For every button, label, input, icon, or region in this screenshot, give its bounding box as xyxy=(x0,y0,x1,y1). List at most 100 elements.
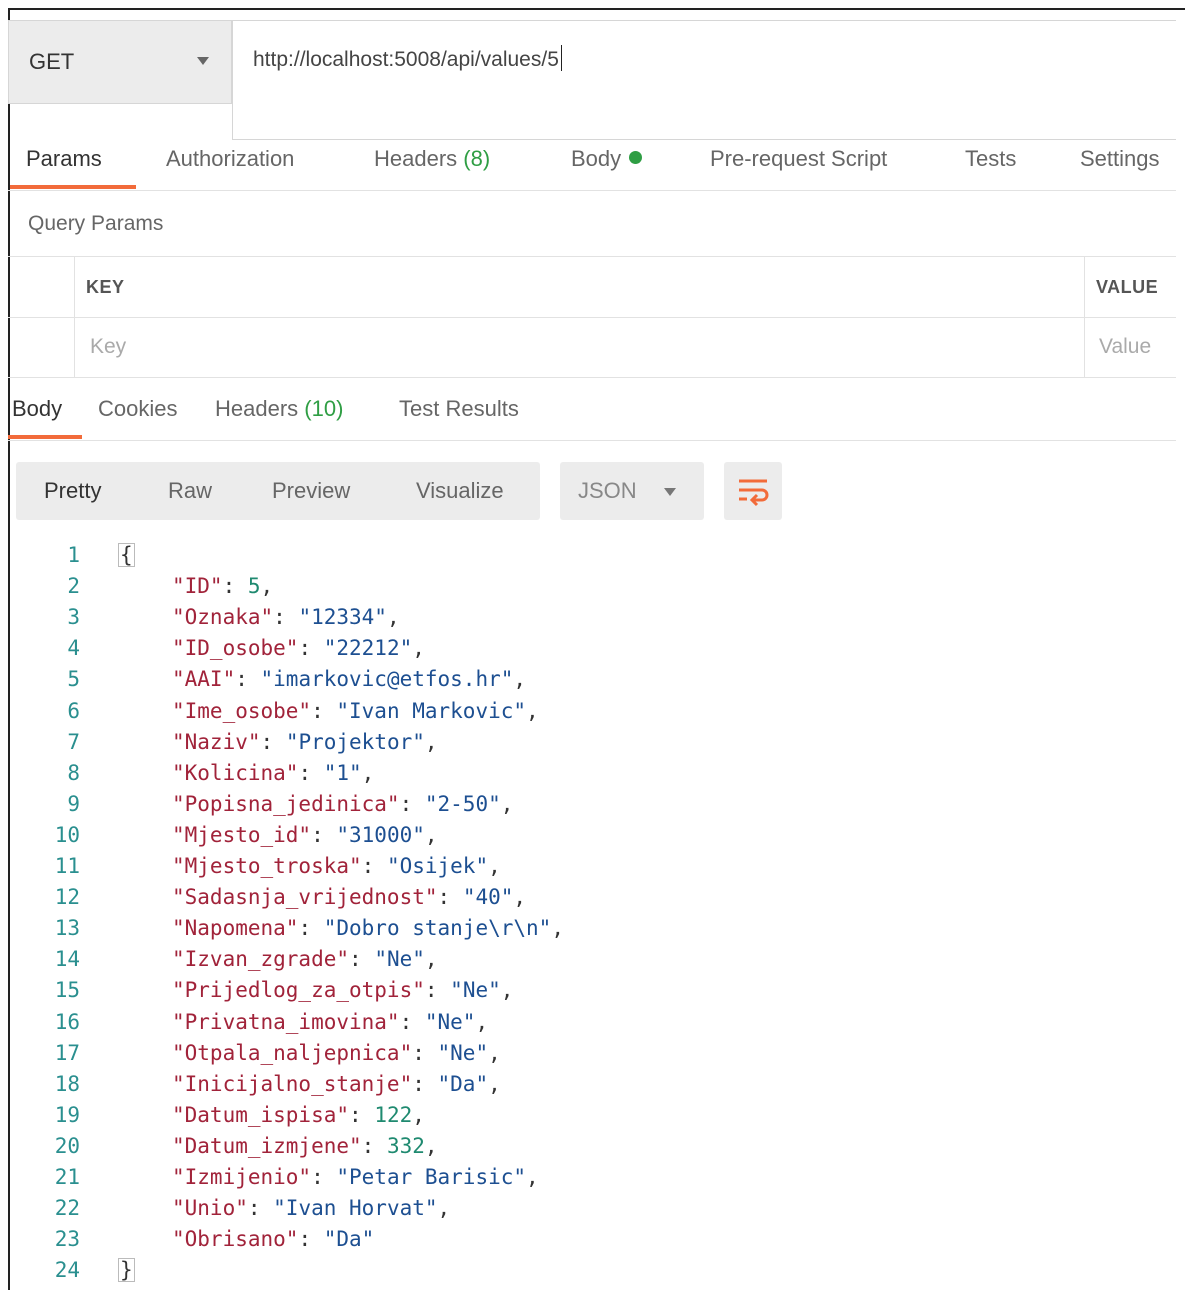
json-value: "Ne" xyxy=(450,978,501,1003)
json-key: "Mjesto_troska" xyxy=(172,854,362,878)
line-number: 20 xyxy=(54,1133,80,1158)
tab-response-headers[interactable]: Headers (10) xyxy=(215,396,343,422)
close-brace: } xyxy=(118,1258,135,1283)
line-number: 9 xyxy=(67,791,80,816)
json-comma: , xyxy=(551,916,564,941)
code-line: "Datum_ispisa": 122, xyxy=(172,1103,425,1127)
line-number: 11 xyxy=(54,854,80,878)
code-line: "Prijedlog_za_otpis": "Ne", xyxy=(172,978,513,1002)
view-pretty[interactable]: Pretty xyxy=(44,478,101,504)
json-comma: , xyxy=(513,885,527,910)
query-params-title: Query Params xyxy=(28,212,164,235)
line-number: 23 xyxy=(54,1227,80,1252)
line-number: 1 xyxy=(67,543,80,567)
code-line: "Ime_osobe": "Ivan Markovic", xyxy=(172,699,539,723)
json-comma: , xyxy=(513,667,527,692)
line-number: 22 xyxy=(54,1196,80,1221)
json-colon: : xyxy=(412,1071,438,1096)
line-number: 10 xyxy=(54,822,80,847)
view-mode-selector: Pretty Raw Preview Visualize xyxy=(16,462,540,520)
response-headers-count: (10) xyxy=(304,396,344,421)
chevron-down-icon xyxy=(664,488,676,496)
code-line: } xyxy=(118,1258,135,1283)
tab-response-body[interactable]: Body xyxy=(12,396,62,422)
json-comma: , xyxy=(424,947,438,972)
json-colon: : xyxy=(298,636,324,661)
json-value: "12334" xyxy=(298,605,387,630)
json-colon: : xyxy=(361,1133,387,1158)
tab-tests[interactable]: Tests xyxy=(965,146,1016,172)
wrap-lines-button[interactable] xyxy=(724,462,782,520)
code-line: "Datum_izmjene": 332, xyxy=(172,1134,438,1158)
json-value: 5 xyxy=(247,574,261,599)
json-value: "Osijek" xyxy=(386,854,489,878)
json-value: "imarkovic@etfos.hr" xyxy=(260,667,514,692)
json-value: "1" xyxy=(323,760,362,785)
json-value: "22212" xyxy=(323,636,413,661)
code-line: "Privatna_imovina": "Ne", xyxy=(172,1010,488,1034)
line-number: 5 xyxy=(67,667,80,692)
json-comma: , xyxy=(500,978,514,1003)
code-line: "Mjesto_id": "31000", xyxy=(172,823,438,847)
json-comma: , xyxy=(526,698,539,723)
url-input[interactable]: http://localhost:5008/api/values/5 xyxy=(232,20,1176,140)
value-input[interactable]: Value xyxy=(1099,335,1151,359)
line-number: 3 xyxy=(67,605,80,630)
method-select[interactable]: GET xyxy=(8,20,232,104)
key-input[interactable]: Key xyxy=(90,335,126,359)
json-colon: : xyxy=(222,574,248,599)
json-comma: , xyxy=(526,1165,539,1189)
json-key: "Naziv" xyxy=(172,729,261,754)
code-line: "Izvan_zgrade": "Ne", xyxy=(172,947,438,971)
json-value: "Da" xyxy=(323,1227,375,1252)
view-visualize[interactable]: Visualize xyxy=(416,478,504,504)
json-key: "Obrisano" xyxy=(172,1227,299,1252)
tab-authorization[interactable]: Authorization xyxy=(166,146,294,172)
response-tabs: Body Cookies Headers (10) Test Results xyxy=(8,380,1176,441)
line-number: 16 xyxy=(54,1009,80,1034)
response-body-code[interactable]: 1 {2 "ID": 5, 3 "Oznaka": "12334", 4 "ID_osobe… xyxy=(20,540,1170,1290)
json-colon: : xyxy=(399,1009,425,1034)
tab-params[interactable]: Params xyxy=(26,146,102,172)
line-number: 17 xyxy=(54,1040,80,1065)
active-tab-indicator xyxy=(10,185,136,189)
json-colon: : xyxy=(273,605,299,630)
tab-pre-request-script[interactable]: Pre-request Script xyxy=(710,146,887,172)
json-comma: , xyxy=(412,636,425,661)
line-number: 21 xyxy=(54,1165,80,1189)
tab-settings[interactable]: Settings xyxy=(1080,146,1160,172)
json-value: "Ne" xyxy=(424,1009,476,1034)
json-key: "Izvan_zgrade" xyxy=(172,947,350,972)
tab-headers[interactable]: Headers (8) xyxy=(374,146,490,172)
tab-test-results[interactable]: Test Results xyxy=(399,396,519,422)
line-number: 19 xyxy=(54,1102,80,1127)
json-key: "ID" xyxy=(172,574,223,599)
code-line: { xyxy=(118,543,135,567)
tab-body[interactable]: Body xyxy=(571,146,643,172)
json-key: "Kolicina" xyxy=(172,760,299,785)
value-column-header: VALUE xyxy=(1096,277,1159,297)
line-number: 15 xyxy=(54,978,80,1003)
code-line: "ID": 5, xyxy=(172,574,273,598)
tab-cookies[interactable]: Cookies xyxy=(98,396,177,422)
code-line: "Obrisano": "Da" xyxy=(172,1227,374,1251)
json-key: "Datum_ispisa" xyxy=(172,1102,350,1127)
table-divider xyxy=(1084,257,1085,377)
body-indicator-icon xyxy=(629,151,643,164)
json-value: "Da" xyxy=(437,1071,489,1096)
wrap-lines-icon xyxy=(739,479,769,507)
code-line: "Unio": "Ivan Horvat", xyxy=(172,1196,450,1220)
json-value: "Ivan Markovic" xyxy=(336,698,527,723)
format-select[interactable]: JSON xyxy=(560,462,704,520)
code-line: "AAI": "imarkovic@etfos.hr", xyxy=(172,667,526,691)
json-comma: , xyxy=(500,791,514,816)
json-value: 332 xyxy=(386,1133,425,1158)
view-preview[interactable]: Preview xyxy=(272,478,350,504)
open-brace: { xyxy=(118,543,135,567)
chevron-down-icon xyxy=(197,57,209,65)
code-line: "Oznaka": "12334", xyxy=(172,605,400,629)
json-key: "Oznaka" xyxy=(172,605,274,630)
json-value: "Petar Barisic" xyxy=(336,1165,527,1189)
json-colon: : xyxy=(399,791,425,816)
view-raw[interactable]: Raw xyxy=(168,478,212,504)
